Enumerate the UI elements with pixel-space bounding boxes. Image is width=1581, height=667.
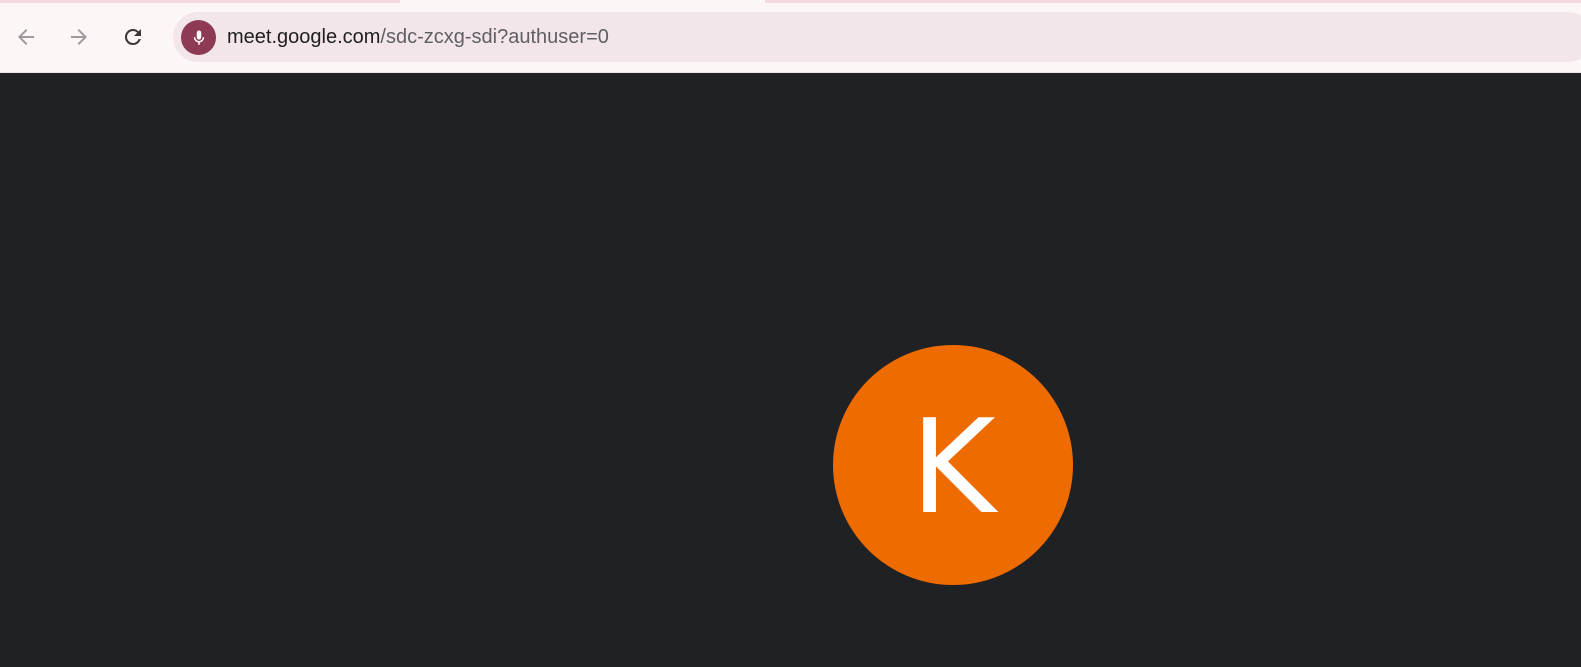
- url-text[interactable]: meet.google.com/sdc-zcxg-sdi?authuser=0: [227, 12, 609, 62]
- reload-icon: [124, 28, 141, 45]
- avatar-initial: K: [910, 391, 996, 543]
- forward-button[interactable]: [61, 19, 97, 55]
- reload-button[interactable]: [115, 19, 151, 55]
- browser-toolbar: meet.google.com/sdc-zcxg-sdi?authuser=0: [0, 0, 1581, 73]
- url-path: /sdc-zcxg-sdi?authuser=0: [380, 26, 609, 48]
- tab-strip-edge: [765, 0, 1581, 3]
- meeting-stage: K: [0, 73, 1581, 667]
- url-host: meet.google.com: [227, 26, 381, 48]
- tab-strip-edge: [0, 0, 400, 3]
- participant-avatar: K: [833, 345, 1073, 585]
- address-bar[interactable]: meet.google.com/sdc-zcxg-sdi?authuser=0: [173, 12, 1581, 62]
- arrow-left-icon: [18, 29, 34, 45]
- back-button[interactable]: [8, 19, 44, 55]
- site-status-chip[interactable]: [181, 20, 216, 55]
- microphone-icon: [193, 30, 204, 45]
- arrow-right-icon: [71, 29, 87, 45]
